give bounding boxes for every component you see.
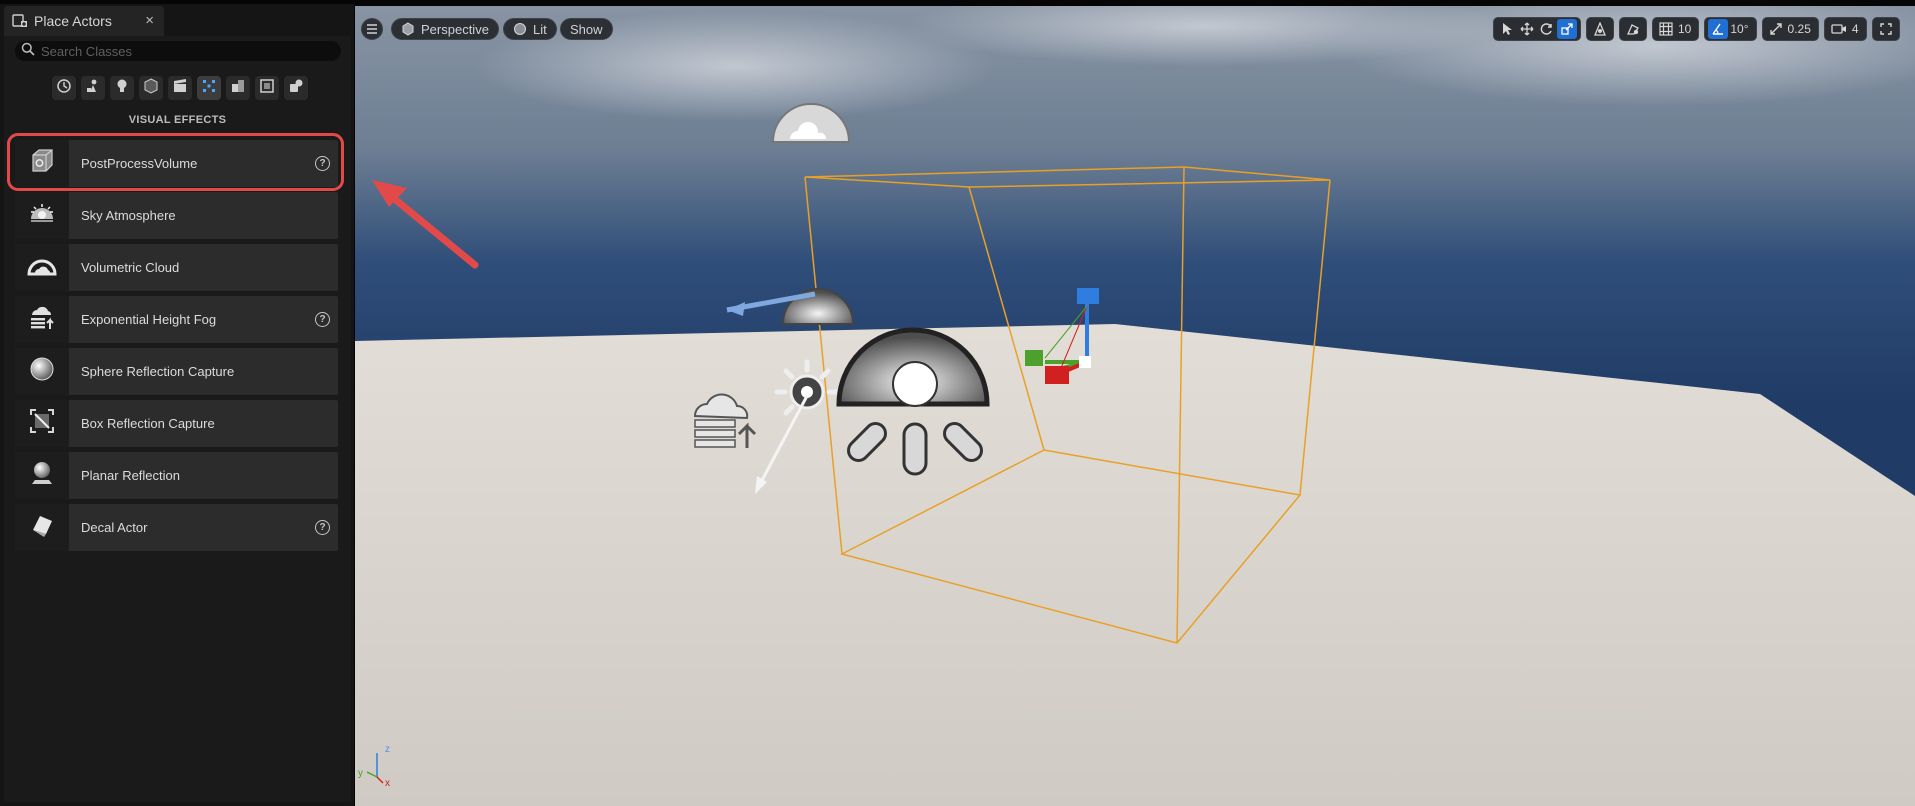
section-title: VISUAL EFFECTS [128, 114, 227, 126]
scene-render [355, 6, 1915, 806]
help-icon[interactable]: ? [315, 156, 330, 171]
surface-snap-icon[interactable] [1623, 19, 1643, 39]
maximize-viewport-icon[interactable] [1876, 19, 1896, 39]
actor-item-decal-actor[interactable]: Decal Actor ? [15, 504, 338, 551]
transform-mode-group [1493, 17, 1581, 41]
camera-speed-value[interactable]: 4 [1850, 22, 1863, 36]
show-button[interactable]: Show [560, 18, 613, 40]
rotation-snap-value[interactable]: 10° [1728, 22, 1752, 36]
translate-mode-icon[interactable] [1517, 19, 1537, 39]
editor-window: Place Actors × Search Classes VISUAL EFF… [0, 0, 1915, 806]
category-all-classes-button[interactable] [284, 76, 308, 100]
axis-label-z: z [385, 744, 390, 755]
category-shapes-button[interactable] [139, 76, 163, 100]
actor-item-label: Planar Reflection [81, 468, 180, 483]
rotation-snap-group: 10° [1704, 17, 1757, 41]
close-icon[interactable]: × [145, 12, 154, 29]
search-box[interactable] [15, 41, 341, 61]
world-space-icon[interactable] [1590, 19, 1610, 39]
actor-list: PostProcessVolume ? Sky Atmosphere Volum… [15, 140, 338, 556]
actor-item-label: Box Reflection Capture [81, 416, 215, 431]
visual-effects-icon [201, 78, 217, 99]
actor-item-label: Volumetric Cloud [81, 260, 180, 275]
actor-item-label: PostProcessVolume [81, 156, 198, 171]
place-actors-panel: Place Actors × Search Classes VISUAL EFF… [0, 0, 355, 806]
actor-item-label: Decal Actor [81, 520, 148, 535]
rotate-mode-icon[interactable] [1537, 19, 1557, 39]
actor-item-postprocessvolume[interactable]: PostProcessVolume ? [15, 140, 338, 187]
camera-speed-group: 4 [1823, 17, 1867, 41]
category-bar [52, 76, 308, 100]
clock-icon [56, 78, 72, 99]
scale-snap-icon[interactable] [1766, 19, 1786, 39]
camera-icon[interactable] [1828, 19, 1850, 39]
shapes-icon [143, 77, 159, 99]
select-mode-icon[interactable] [1497, 19, 1517, 39]
height-fog-icon [27, 302, 57, 337]
category-recent-button[interactable] [52, 76, 76, 100]
maximize-group [1871, 17, 1900, 41]
actor-item-label: Sphere Reflection Capture [81, 364, 235, 379]
rotation-snap-icon[interactable] [1708, 19, 1729, 39]
grid-snap-icon[interactable] [1656, 19, 1676, 39]
tab-title: Place Actors [34, 13, 112, 29]
place-actors-icon [12, 13, 28, 29]
actor-item-box-reflection-capture[interactable]: Box Reflection Capture [15, 400, 338, 447]
show-label: Show [570, 21, 603, 37]
category-volumes-button[interactable] [255, 76, 279, 100]
axis-label-y: y [358, 768, 363, 779]
scale-snap-group: 0.25 [1761, 17, 1819, 41]
actor-item-exponential-height-fog[interactable]: Exponential Height Fog ? [15, 296, 338, 343]
category-basic-button[interactable] [81, 76, 105, 100]
planar-reflection-icon [27, 458, 57, 493]
actor-item-sphere-reflection-capture[interactable]: Sphere Reflection Capture [15, 348, 338, 395]
sphere-reflection-icon [27, 354, 57, 389]
place-actors-tab[interactable]: Place Actors × [4, 6, 164, 36]
level-viewport[interactable]: z y x Perspective Lit Show 10 10° 0.25 4 [355, 6, 1915, 806]
category-cinematic-button[interactable] [168, 76, 192, 100]
grid-snap-value[interactable]: 10 [1676, 22, 1695, 36]
cinematic-icon [172, 78, 188, 99]
help-icon[interactable]: ? [315, 312, 330, 327]
basic-actors-icon [85, 78, 101, 99]
decal-actor-icon [27, 510, 57, 545]
actor-item-sky-atmosphere[interactable]: Sky Atmosphere [15, 192, 338, 239]
skylight-large-gizmo [836, 327, 990, 476]
sky-atmosphere-icon [27, 198, 57, 233]
surface-snap-group [1619, 17, 1647, 41]
volumetric-cloud-icon [26, 250, 58, 285]
actor-item-label: Sky Atmosphere [81, 208, 176, 223]
panel-top-border [0, 0, 355, 4]
search-input[interactable] [41, 43, 331, 59]
axis-label-x: x [385, 778, 390, 789]
lighting-mode-label: Lit [533, 21, 547, 37]
scale-snap-value[interactable]: 0.25 [1786, 22, 1815, 36]
lights-icon [114, 78, 130, 99]
coordinate-group [1586, 17, 1614, 41]
lit-sphere-icon [513, 22, 527, 36]
help-icon[interactable]: ? [315, 520, 330, 535]
volumes-icon [259, 78, 275, 99]
grid-snap-group: 10 [1652, 17, 1700, 41]
postprocess-volume-icon [27, 146, 57, 181]
search-icon [21, 42, 35, 61]
category-lights-button[interactable] [110, 76, 134, 100]
category-geometry-button[interactable] [226, 76, 250, 100]
actor-item-planar-reflection[interactable]: Planar Reflection [15, 452, 338, 499]
box-reflection-icon [27, 406, 57, 441]
viewport-toolbar: 10 10° 0.25 4 [1488, 17, 1900, 41]
all-classes-icon [288, 78, 304, 99]
geometry-icon [230, 78, 246, 99]
scale-mode-icon[interactable] [1557, 19, 1577, 39]
actor-item-label: Exponential Height Fog [81, 312, 217, 327]
category-visual-effects-button[interactable] [197, 76, 221, 100]
annotation-arrow [372, 180, 479, 269]
actor-item-volumetric-cloud[interactable]: Volumetric Cloud [15, 244, 338, 291]
